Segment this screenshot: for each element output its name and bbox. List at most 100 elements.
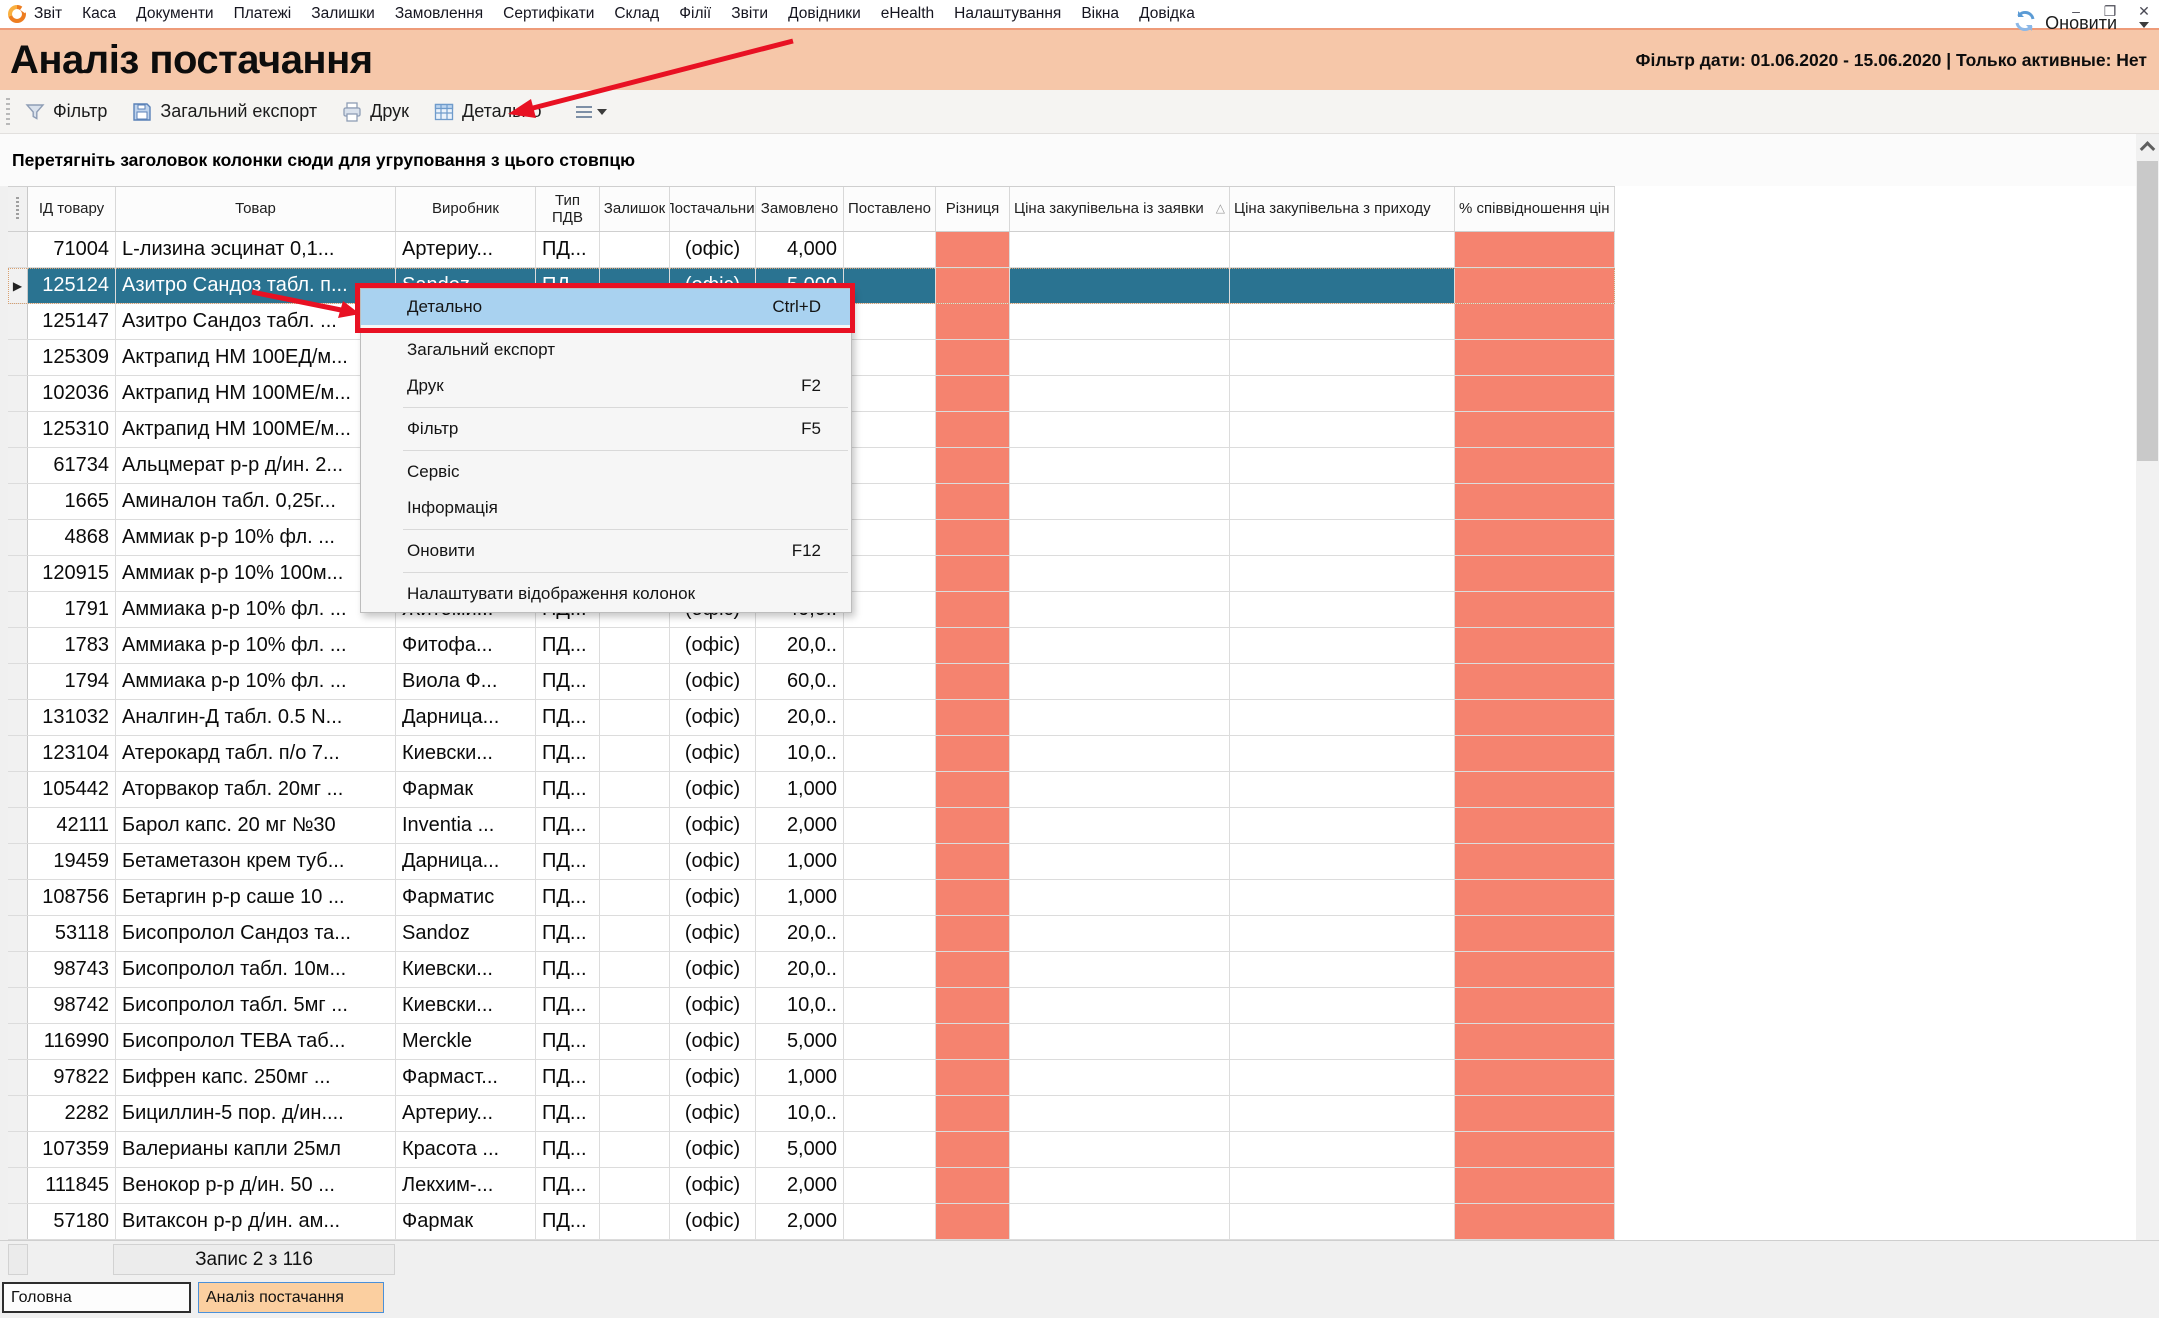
table-row[interactable]: 53118Бисопролол Сандоз та...SandozПД...(… — [8, 916, 1615, 952]
tab-analiz-postachannia[interactable]: Аналіз постачання — [198, 1282, 384, 1313]
printer-icon — [341, 101, 363, 123]
table-row[interactable]: 123104Атерокард табл. п/о 7...Киевски...… — [8, 736, 1615, 772]
table-cell — [936, 808, 1010, 843]
scrollbar-thumb[interactable] — [2137, 161, 2158, 461]
table-cell: Дарница... — [396, 700, 536, 735]
menubar-item-7[interactable]: Склад — [614, 5, 659, 23]
table-cell: ПД... — [536, 664, 600, 699]
row-indicator — [8, 772, 28, 807]
details-button[interactable]: Детально — [429, 98, 546, 126]
table-cell — [1230, 412, 1455, 447]
scroll-up-button[interactable] — [2136, 135, 2159, 159]
context-menu-item-2[interactable]: ДрукF2 — [361, 368, 851, 404]
table-row[interactable]: 1783Аммиака р-р 10% фл. ...Фитофа...ПД..… — [8, 628, 1615, 664]
close-icon[interactable]: ✕ — [2135, 3, 2153, 20]
table-cell — [600, 1204, 670, 1239]
context-menu-item-1[interactable]: Загальний експорт — [361, 332, 851, 368]
export-button[interactable]: Загальний експорт — [127, 98, 321, 126]
table-cell: Виола Ф... — [396, 664, 536, 699]
table-row[interactable]: 57180Витаксон р-р д/ин. ам...ФармакПД...… — [8, 1204, 1615, 1240]
table-row[interactable]: 98742Бисопролол табл. 5мг ...Киевски...П… — [8, 988, 1615, 1024]
column-header[interactable]: Постачальник — [670, 187, 756, 231]
column-header[interactable]: Різниця — [936, 187, 1010, 231]
column-header[interactable]: Товар — [116, 187, 396, 231]
tab-holovna[interactable]: Головна — [2, 1282, 191, 1313]
toolbar-overflow-chevron-icon[interactable] — [2139, 22, 2149, 28]
table-cell — [936, 1168, 1010, 1203]
row-indicator — [8, 592, 28, 627]
menubar-item-1[interactable]: Каса — [82, 5, 116, 23]
column-header[interactable]: Виробник — [396, 187, 536, 231]
table-row[interactable]: 111845Венокор р-р д/ин. 50 ...Лекхим-...… — [8, 1168, 1615, 1204]
table-cell — [1455, 412, 1615, 447]
filter-button[interactable]: Фільтр — [20, 98, 111, 126]
menubar-item-9[interactable]: Звіти — [731, 5, 768, 23]
table-cell: ПД... — [536, 232, 600, 267]
column-header-label: Різниця — [946, 200, 1000, 217]
context-menu-item-6[interactable]: ОновитиF12 — [361, 533, 851, 569]
vertical-scrollbar[interactable] — [2136, 135, 2159, 1278]
context-menu-item-3[interactable]: ФільтрF5 — [361, 411, 851, 447]
table-cell: 20,0.. — [756, 952, 844, 987]
menubar-item-10[interactable]: Довідники — [788, 5, 861, 23]
grid-corner-grip[interactable] — [8, 187, 28, 231]
table-row[interactable]: 107359Валерианы капли 25млКрасота ...ПД.… — [8, 1132, 1615, 1168]
table-cell — [1455, 448, 1615, 483]
menubar-item-8[interactable]: Філії — [679, 5, 711, 23]
print-button[interactable]: Друк — [337, 98, 413, 126]
menubar-item-6[interactable]: Сертифікати — [503, 5, 594, 23]
title-band: Аналіз постачання Фільтр дати: 01.06.202… — [0, 28, 2159, 90]
menubar-item-0[interactable]: Звіт — [34, 5, 62, 23]
column-header[interactable]: % співвідношення цін — [1455, 187, 1615, 231]
menu-separator — [361, 325, 851, 332]
table-cell — [844, 1168, 936, 1203]
table-row[interactable]: 19459Бетаметазон крем туб...Дарница...ПД… — [8, 844, 1615, 880]
toolbar-grip[interactable] — [6, 98, 10, 126]
table-cell: ПД... — [536, 952, 600, 987]
context-menu-item-0[interactable]: ДетальноCtrl+D — [361, 289, 851, 325]
table-row[interactable]: 116990Бисопролол ТЕВА таб...MerckleПД...… — [8, 1024, 1615, 1060]
table-row[interactable]: 2282Бициллин-5 пор. д/ин....Артериу...ПД… — [8, 1096, 1615, 1132]
column-header[interactable]: Тип ПДВ — [536, 187, 600, 231]
menubar-item-5[interactable]: Замовлення — [395, 5, 483, 23]
menubar-item-4[interactable]: Залишки — [311, 5, 375, 23]
group-by-panel[interactable]: Перетягніть заголовок колонки сюди для у… — [0, 134, 2136, 186]
menubar-item-3[interactable]: Платежі — [234, 5, 292, 23]
menu-item-label: Детально — [407, 297, 482, 317]
table-row[interactable]: 131032Аналгин-Д табл. 0.5 N...Дарница...… — [8, 700, 1615, 736]
table-cell: ПД... — [536, 1168, 600, 1203]
column-header[interactable]: Ціна закупівельна з приходу — [1230, 187, 1455, 231]
menubar-item-14[interactable]: Довідка — [1139, 5, 1195, 23]
table-cell — [1230, 448, 1455, 483]
row-indicator — [8, 556, 28, 591]
table-row[interactable]: 98743Бисопролол табл. 10м...Киевски...ПД… — [8, 952, 1615, 988]
list-options-button[interactable] — [576, 106, 607, 118]
column-header[interactable]: ІД товару — [28, 187, 116, 231]
table-cell — [600, 1060, 670, 1095]
refresh-button[interactable]: Оновити — [2012, 8, 2117, 39]
column-header[interactable]: Залишок — [600, 187, 670, 231]
table-row[interactable]: 108756Бетаргин р-р саше 10 ...ФарматисПД… — [8, 880, 1615, 916]
column-header[interactable]: Поставлено — [844, 187, 936, 231]
table-row[interactable]: 1794Аммиака р-р 10% фл. ...Виола Ф...ПД.… — [8, 664, 1615, 700]
menubar-item-13[interactable]: Вікна — [1081, 5, 1119, 23]
column-header[interactable]: Ціна закупівельна із заявки△ — [1010, 187, 1230, 231]
context-menu-item-7[interactable]: Налаштувати відображення колонок — [361, 576, 851, 612]
table-row[interactable]: 42111Барол капс. 20 мг №30Inventia ...ПД… — [8, 808, 1615, 844]
table-cell: (офіс) — [670, 916, 756, 951]
context-menu-item-5[interactable]: Інформація — [361, 490, 851, 526]
menubar-item-2[interactable]: Документи — [136, 5, 213, 23]
table-cell — [1010, 700, 1230, 735]
column-header-label: Поставлено — [848, 200, 931, 217]
table-row[interactable]: 105442Аторвакор табл. 20мг ...ФармакПД..… — [8, 772, 1615, 808]
context-menu-item-4[interactable]: Сервіс — [361, 454, 851, 490]
table-row[interactable]: 97822Бифрен капс. 250мг ...Фармаст...ПД.… — [8, 1060, 1615, 1096]
table-cell — [936, 664, 1010, 699]
menubar-item-12[interactable]: Налаштування — [954, 5, 1061, 23]
table-cell: 97822 — [28, 1060, 116, 1095]
column-header[interactable]: Замовлено — [756, 187, 844, 231]
row-indicator — [8, 1204, 28, 1239]
menubar-item-11[interactable]: eHealth — [881, 5, 934, 23]
table-row[interactable]: 71004L-лизина эсцинат 0,1...Артериу...ПД… — [8, 232, 1615, 268]
table-cell — [1230, 268, 1455, 303]
